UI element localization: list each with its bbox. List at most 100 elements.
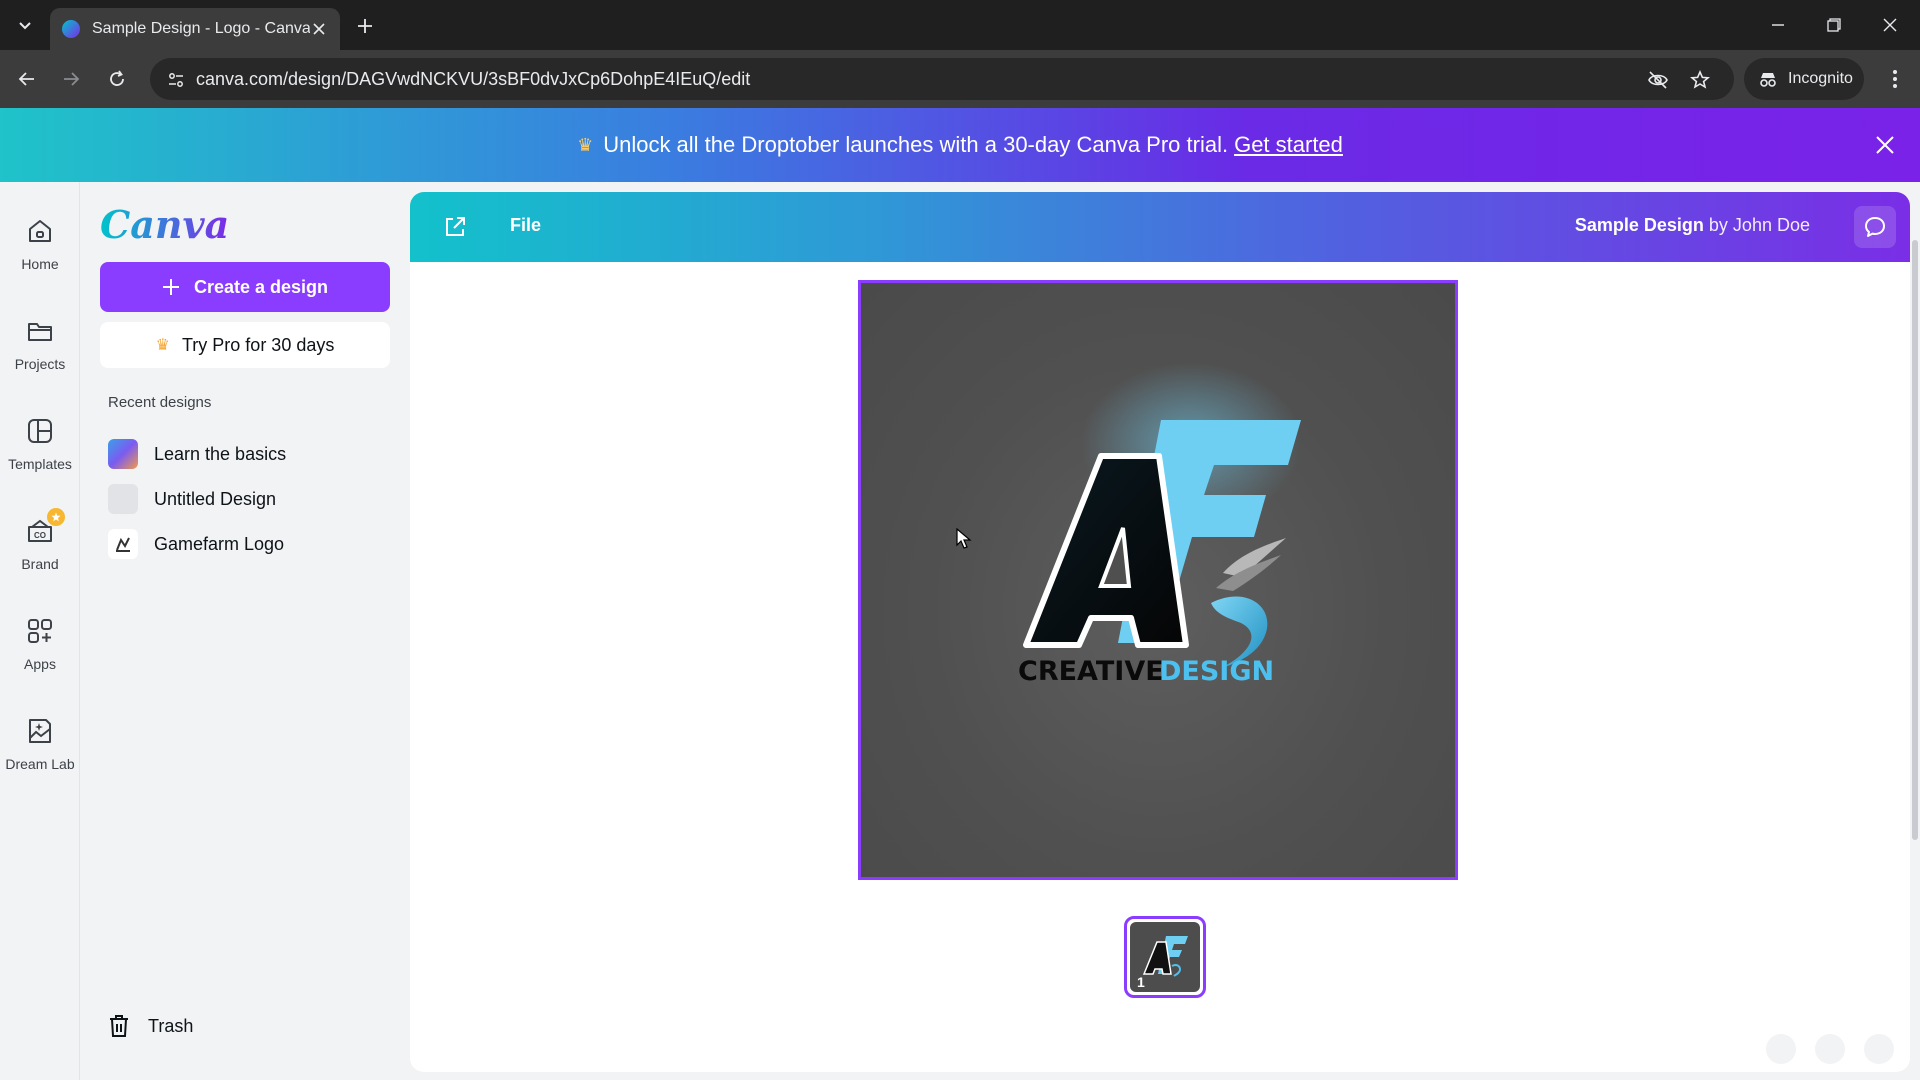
- minimize-icon: [1772, 24, 1784, 26]
- restore-button[interactable]: [1806, 0, 1862, 50]
- page-view-control[interactable]: [1815, 1034, 1845, 1064]
- home-panel: Canva Create a design ♛ Try Pro for 30 d…: [80, 182, 400, 1080]
- rail-item-dream-lab[interactable]: Dream Lab: [0, 706, 80, 796]
- new-tab-button[interactable]: [352, 13, 378, 39]
- rail-label: Brand: [21, 556, 59, 572]
- pro-badge-icon: [47, 508, 65, 526]
- try-pro-button[interactable]: ♛ Try Pro for 30 days: [100, 322, 390, 368]
- promo-banner: ♛ Unlock all the Droptober launches with…: [0, 108, 1920, 182]
- rail-item-projects[interactable]: Projects: [0, 306, 80, 396]
- close-icon: [1883, 18, 1897, 32]
- rail-item-brand[interactable]: CO Brand: [0, 506, 80, 596]
- banner-text: Unlock all the Droptober launches with a…: [603, 132, 1229, 157]
- recent-design-item[interactable]: Learn the basics: [108, 434, 388, 474]
- try-pro-label: Try Pro for 30 days: [181, 334, 335, 355]
- create-design-button[interactable]: Create a design: [100, 262, 390, 312]
- editor-scrollbar[interactable]: [1912, 240, 1918, 840]
- af-creative-design-logo: CREATIVE DESIGN: [1018, 363, 1301, 687]
- design-editor: File Sample Design by John Doe CREATIVE …: [410, 192, 1910, 1072]
- arrow-left-icon: [18, 72, 34, 86]
- restore-icon: [1827, 18, 1841, 32]
- editor-header: File Sample Design by John Doe: [410, 192, 1910, 262]
- canva-logo[interactable]: Canva: [100, 202, 229, 247]
- logo-text-creative: CREATIVE: [1018, 656, 1164, 687]
- rail-label: Dream Lab: [5, 756, 75, 772]
- incognito-indicator[interactable]: Incognito: [1744, 58, 1864, 100]
- rail-label: Projects: [14, 356, 66, 372]
- browser-toolbar: canva.com/design/DAGVwdNCKVU/3sBF0dvJxCp…: [0, 50, 1920, 108]
- canva-favicon-icon: [62, 20, 80, 38]
- design-thumbnail: [108, 529, 138, 559]
- back-button[interactable]: [12, 64, 42, 94]
- fullscreen-control[interactable]: [1864, 1034, 1894, 1064]
- minimize-button[interactable]: [1750, 0, 1806, 50]
- tab-search-button[interactable]: [10, 10, 40, 40]
- browser-tab-bar: Sample Design - Logo - Canva: [0, 0, 1920, 50]
- get-started-link[interactable]: Get started: [1234, 132, 1343, 158]
- apps-icon: [23, 614, 57, 648]
- incognito-label: Incognito: [1788, 70, 1853, 87]
- tab-close-button[interactable]: [310, 20, 328, 38]
- logo-text-design: DESIGN: [1159, 656, 1274, 687]
- window-close-button[interactable]: [1862, 0, 1918, 50]
- recent-design-label: Untitled Design: [154, 488, 277, 509]
- trash-link[interactable]: Trash: [108, 1014, 193, 1038]
- forward-button[interactable]: [56, 64, 86, 94]
- zoom-control[interactable]: [1766, 1034, 1796, 1064]
- browser-menu-button[interactable]: [1880, 64, 1910, 94]
- url-text: canva.com/design/DAGVwdNCKVU/3sBF0dvJxCp…: [196, 68, 751, 89]
- reload-icon: [110, 70, 124, 86]
- design-author: by John Doe: [1708, 215, 1810, 235]
- reload-button[interactable]: [102, 64, 132, 94]
- rail-item-apps[interactable]: Apps: [0, 606, 80, 696]
- home-icon: [23, 214, 57, 248]
- design-name: Sample Design: [1574, 215, 1704, 235]
- chevron-down-icon: [19, 22, 31, 30]
- trash-icon: [110, 1015, 128, 1037]
- mouse-cursor-icon: [956, 527, 972, 555]
- external-link-icon: [446, 217, 465, 236]
- open-in-editor-button[interactable]: [440, 212, 470, 242]
- address-bar[interactable]: canva.com/design/DAGVwdNCKVU/3sBF0dvJxCp…: [150, 58, 1734, 100]
- banner-close-button[interactable]: [1872, 132, 1898, 158]
- eye-off-icon[interactable]: [1646, 68, 1670, 92]
- rail-label: Templates: [8, 456, 72, 472]
- rail-item-home[interactable]: Home: [0, 206, 80, 296]
- file-menu-button[interactable]: File: [510, 215, 541, 236]
- recent-design-label: Learn the basics: [154, 443, 287, 464]
- more-vertical-icon: [1893, 70, 1897, 88]
- dream-lab-icon: [23, 714, 57, 748]
- close-icon: [1876, 136, 1894, 154]
- recent-design-label: Gamefarm Logo: [154, 533, 285, 554]
- canva-side-rail: Home Projects Templates CO Brand Apps Dr…: [0, 182, 80, 1080]
- comments-button[interactable]: [1854, 206, 1896, 248]
- trash-label: Trash: [148, 1015, 194, 1036]
- rail-label: Apps: [24, 656, 56, 672]
- recent-designs-heading: Recent designs: [108, 394, 212, 411]
- rail-label: Home: [21, 256, 59, 272]
- tab-title: Sample Design - Logo - Canva: [92, 20, 310, 37]
- close-icon: [313, 23, 325, 35]
- design-canvas-page[interactable]: CREATIVE DESIGN: [858, 280, 1458, 880]
- arrow-right-icon: [64, 72, 80, 86]
- recent-design-item[interactable]: Untitled Design: [108, 479, 388, 519]
- svg-text:CO: CO: [34, 531, 46, 540]
- bookmark-star-icon[interactable]: [1688, 68, 1712, 92]
- recent-design-item[interactable]: Gamefarm Logo: [108, 524, 388, 564]
- templates-icon: [23, 414, 57, 448]
- rail-item-templates[interactable]: Templates: [0, 406, 80, 496]
- folder-icon: [23, 314, 57, 348]
- design-title[interactable]: Sample Design by John Doe: [1575, 215, 1810, 236]
- incognito-icon: [1760, 73, 1776, 87]
- site-info-icon[interactable]: [164, 68, 188, 92]
- page-thumbnail[interactable]: 1: [1124, 916, 1206, 998]
- comment-icon: [1865, 217, 1885, 237]
- design-thumbnail: [108, 484, 138, 514]
- design-thumbnail: [108, 439, 138, 469]
- create-design-label: Create a design: [193, 276, 329, 297]
- crown-icon: ♛: [577, 134, 594, 155]
- brand-icon: CO: [23, 508, 65, 548]
- plus-icon: [162, 279, 179, 295]
- browser-tab[interactable]: Sample Design - Logo - Canva: [50, 8, 340, 50]
- plus-icon: [358, 19, 372, 33]
